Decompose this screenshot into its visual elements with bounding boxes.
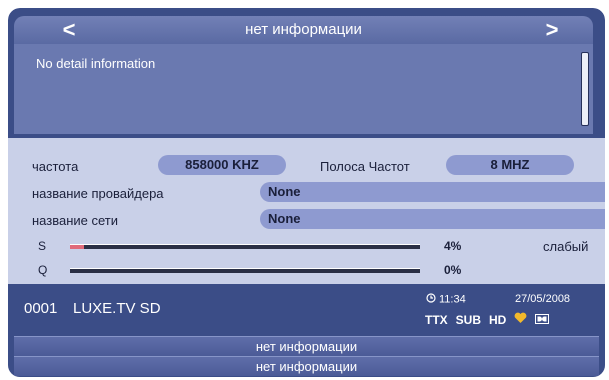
network-label: название сети [32,213,119,228]
bandwidth-label: Полоса Частот [320,159,410,174]
ttx-badge: TTX [425,312,448,327]
frequency-label: частота [32,159,79,174]
clock-time: 11:34 [439,293,466,306]
signal-quality-word: слабый [543,239,589,254]
epg-now: нет информации [14,336,599,356]
clock: 11:34 [426,293,466,306]
quality-meter [70,268,420,273]
provider-value: None [260,182,605,202]
channel-number: 0001 [24,300,58,317]
current-date: 27/05/2008 [515,293,571,305]
clock-icon [426,293,436,306]
event-title-bar: < нет информации > [14,16,593,44]
strength-label: S [38,239,47,253]
tv-info-screen: < нет информации > No detail information… [8,8,605,377]
network-value: None [260,209,605,229]
event-title: нет информации [245,21,362,38]
hd-badge: HD [489,312,507,327]
event-info-panel: < нет информации > No detail information [8,8,605,138]
bandwidth-value: 8 MHZ [446,155,574,175]
event-detail-text: No detail information [36,56,156,71]
signal-info-area: частота 858000 KHZ Полоса Частот 8 MHZ н… [8,142,605,282]
strength-meter-fill [70,245,84,249]
channel-name: LUXE.TV SD [73,300,161,317]
channel-banner: 0001 LUXE.TV SD 11:34 27/05/2008 TTX SUB… [8,284,605,377]
frequency-value: 858000 KHZ [158,155,286,175]
event-detail-box: No detail information [14,44,593,134]
quality-percent: 0% [444,263,462,277]
favorite-heart-icon [514,312,527,327]
epg-next: нет информации [14,356,599,376]
service-badges: TTX SUB HD [425,312,550,327]
sub-badge: SUB [455,312,482,327]
detail-scrollbar[interactable] [581,52,589,126]
strength-meter [70,244,420,249]
strength-percent: 4% [444,239,462,253]
provider-label: название провайдера [32,186,164,201]
quality-label: Q [38,263,48,277]
next-event-arrow-icon[interactable]: > [539,18,565,42]
dolby-icon [535,313,550,327]
